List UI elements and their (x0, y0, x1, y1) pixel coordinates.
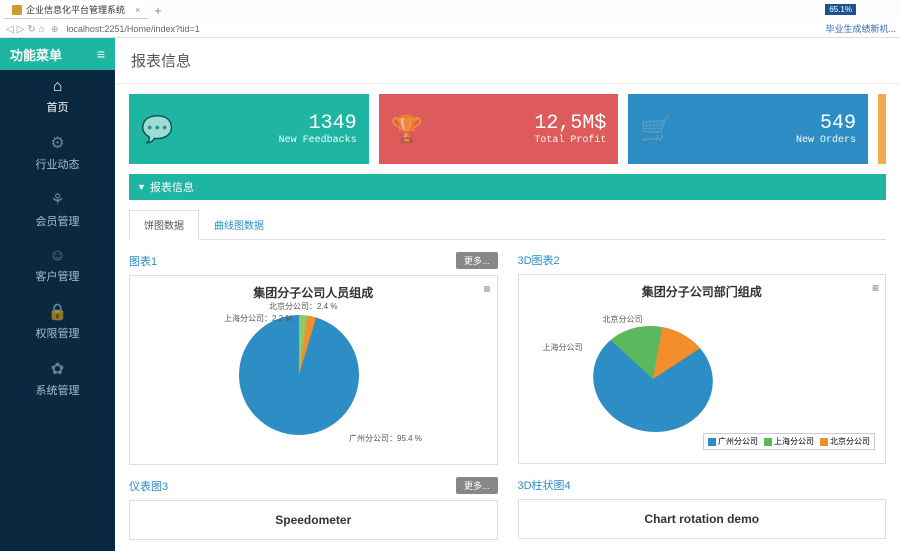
comments-icon: 💬 (141, 114, 173, 145)
user-icon: ☺ (0, 247, 115, 265)
tab-line[interactable]: 曲线图数据 (199, 210, 279, 239)
chart-menu-icon[interactable]: ≡ (483, 282, 490, 296)
stat-value: 12,5M$ (435, 112, 606, 135)
stat-label: New Feedbacks (185, 135, 356, 146)
forward-button[interactable]: ▷ (17, 24, 25, 35)
pie-label: 上海分公司 (543, 342, 583, 353)
chart-box-title: Chart rotation demo (644, 512, 759, 526)
sidebar-item-label: 权限管理 (36, 328, 80, 340)
chart-box-1: 集团分子公司人员组成 ≡ 北京分公司：2.4 % 上海分公司：2.2 % 广州分… (129, 275, 498, 465)
chart-menu-icon[interactable]: ≡ (872, 281, 879, 295)
stat-label: Total Profit (435, 135, 606, 146)
sidebar-header: 功能菜单 ≡ (0, 38, 115, 70)
sidebar-item-industry[interactable]: ⚙ 行业动态 (0, 125, 115, 182)
lock-icon: 🔒 (0, 302, 115, 322)
tab-pie[interactable]: 饼图数据 (129, 210, 199, 240)
pie-label: 上海分公司：2.2 % (224, 313, 292, 325)
reload-button[interactable]: ↻ (27, 24, 35, 35)
cart-icon: 🛒 (640, 114, 672, 145)
menu-toggle-icon[interactable]: ≡ (97, 46, 105, 62)
tab-title: 企业信息化平台管理系统 (26, 3, 125, 16)
chart-legend: 广州分公司 上海分公司 北京分公司 (703, 433, 875, 450)
stats-row: 💬 1349 New Feedbacks 🏆 12,5M$ Total Prof… (129, 94, 886, 164)
chart-box-title: 集团分子公司部门组成 (523, 283, 882, 300)
tabs: 饼图数据 曲线图数据 (129, 210, 886, 240)
panel-title: 报表信息 (150, 179, 194, 195)
addr-prefix-icon: ⊕ (51, 24, 59, 35)
zoom-badge[interactable]: 65.1% (825, 4, 856, 15)
bookmark-link[interactable]: 毕业生成绩新机... (825, 22, 896, 35)
chart-box-4: Chart rotation demo (518, 499, 887, 539)
sidebar-item-customer[interactable]: ☺ 客户管理 (0, 239, 115, 294)
chart-title-3: 仪表图3 (129, 478, 168, 494)
pie-chart-2: 北京分公司 上海分公司 广州分公司 上海分公司 北京分公司 (523, 304, 882, 454)
main-content: 报表信息 💬 1349 New Feedbacks 🏆 12,5M$ Total… (115, 38, 900, 551)
chart-title-1: 图表1 (129, 253, 157, 269)
sidebar-item-system[interactable]: ✿ 系统管理 (0, 351, 115, 408)
sidebar: 功能菜单 ≡ ⌂ 首页 ⚙ 行业动态 ⚘ 会员管理 ☺ 客户管理 🔒 权限管理 … (0, 38, 115, 551)
sidebar-item-label: 系统管理 (36, 385, 80, 397)
sidebar-item-label: 会员管理 (36, 216, 80, 228)
stat-card-feedbacks[interactable]: 💬 1349 New Feedbacks (129, 94, 369, 164)
home-icon: ⌂ (0, 78, 115, 96)
sidebar-item-home[interactable]: ⌂ 首页 (0, 70, 115, 125)
chart-box-3: Speedometer (129, 500, 498, 540)
pie-label: 北京分公司：2.4 % (269, 301, 337, 313)
stat-card-partial[interactable] (878, 94, 886, 164)
address-bar[interactable]: localhost:2251/Home/index?tid=1 (66, 24, 894, 34)
tab-close-icon[interactable]: × (135, 5, 140, 15)
stat-label: New Orders (685, 135, 856, 146)
home-button[interactable]: ⌂ (39, 24, 45, 35)
browser-chrome: 企业信息化平台管理系统 × + ◁ ▷ ↻ ⌂ ⊕ localhost:2251… (0, 0, 900, 38)
globe-icon: ⚙ (0, 133, 115, 153)
chart-box-title: 集团分子公司人员组成 (134, 284, 493, 301)
new-tab-button[interactable]: + (154, 3, 162, 18)
trophy-icon: 🏆 (391, 114, 423, 145)
sidebar-item-label: 首页 (47, 102, 69, 114)
chart-box-2: 集团分子公司部门组成 ≡ 北京分公司 上海分公司 广州分公司 上海分公司 (518, 274, 887, 464)
more-button[interactable]: 更多... (456, 477, 498, 494)
stat-card-profit[interactable]: 🏆 12,5M$ Total Profit (379, 94, 619, 164)
stat-value: 549 (685, 112, 856, 135)
sidebar-title: 功能菜单 (10, 45, 62, 64)
favicon-icon (12, 5, 22, 15)
sidebar-item-label: 行业动态 (36, 159, 80, 171)
gear-icon: ✿ (0, 359, 115, 379)
chevron-down-icon: ▼ (137, 182, 146, 192)
stat-value: 1349 (185, 112, 356, 135)
sidebar-item-label: 客户管理 (36, 271, 80, 283)
more-button[interactable]: 更多... (456, 252, 498, 269)
panel-header[interactable]: ▼ 报表信息 (129, 174, 886, 200)
back-button[interactable]: ◁ (6, 24, 14, 35)
sidebar-item-member[interactable]: ⚘ 会员管理 (0, 182, 115, 239)
chart-title-2: 3D图表2 (518, 252, 560, 268)
page-title: 报表信息 (115, 38, 900, 84)
browser-tab[interactable]: 企业信息化平台管理系统 × (4, 1, 148, 19)
pie-chart-1: 北京分公司：2.4 % 上海分公司：2.2 % 广州分公司：95.4 % (134, 305, 493, 455)
chart-title-4: 3D柱状图4 (518, 477, 571, 493)
pie-label: 北京分公司 (603, 314, 643, 325)
users-icon: ⚘ (0, 190, 115, 210)
sidebar-item-permission[interactable]: 🔒 权限管理 (0, 294, 115, 351)
chart-box-title: Speedometer (275, 513, 351, 527)
stat-card-orders[interactable]: 🛒 549 New Orders (628, 94, 868, 164)
pie-label: 广州分公司：95.4 % (349, 433, 422, 445)
